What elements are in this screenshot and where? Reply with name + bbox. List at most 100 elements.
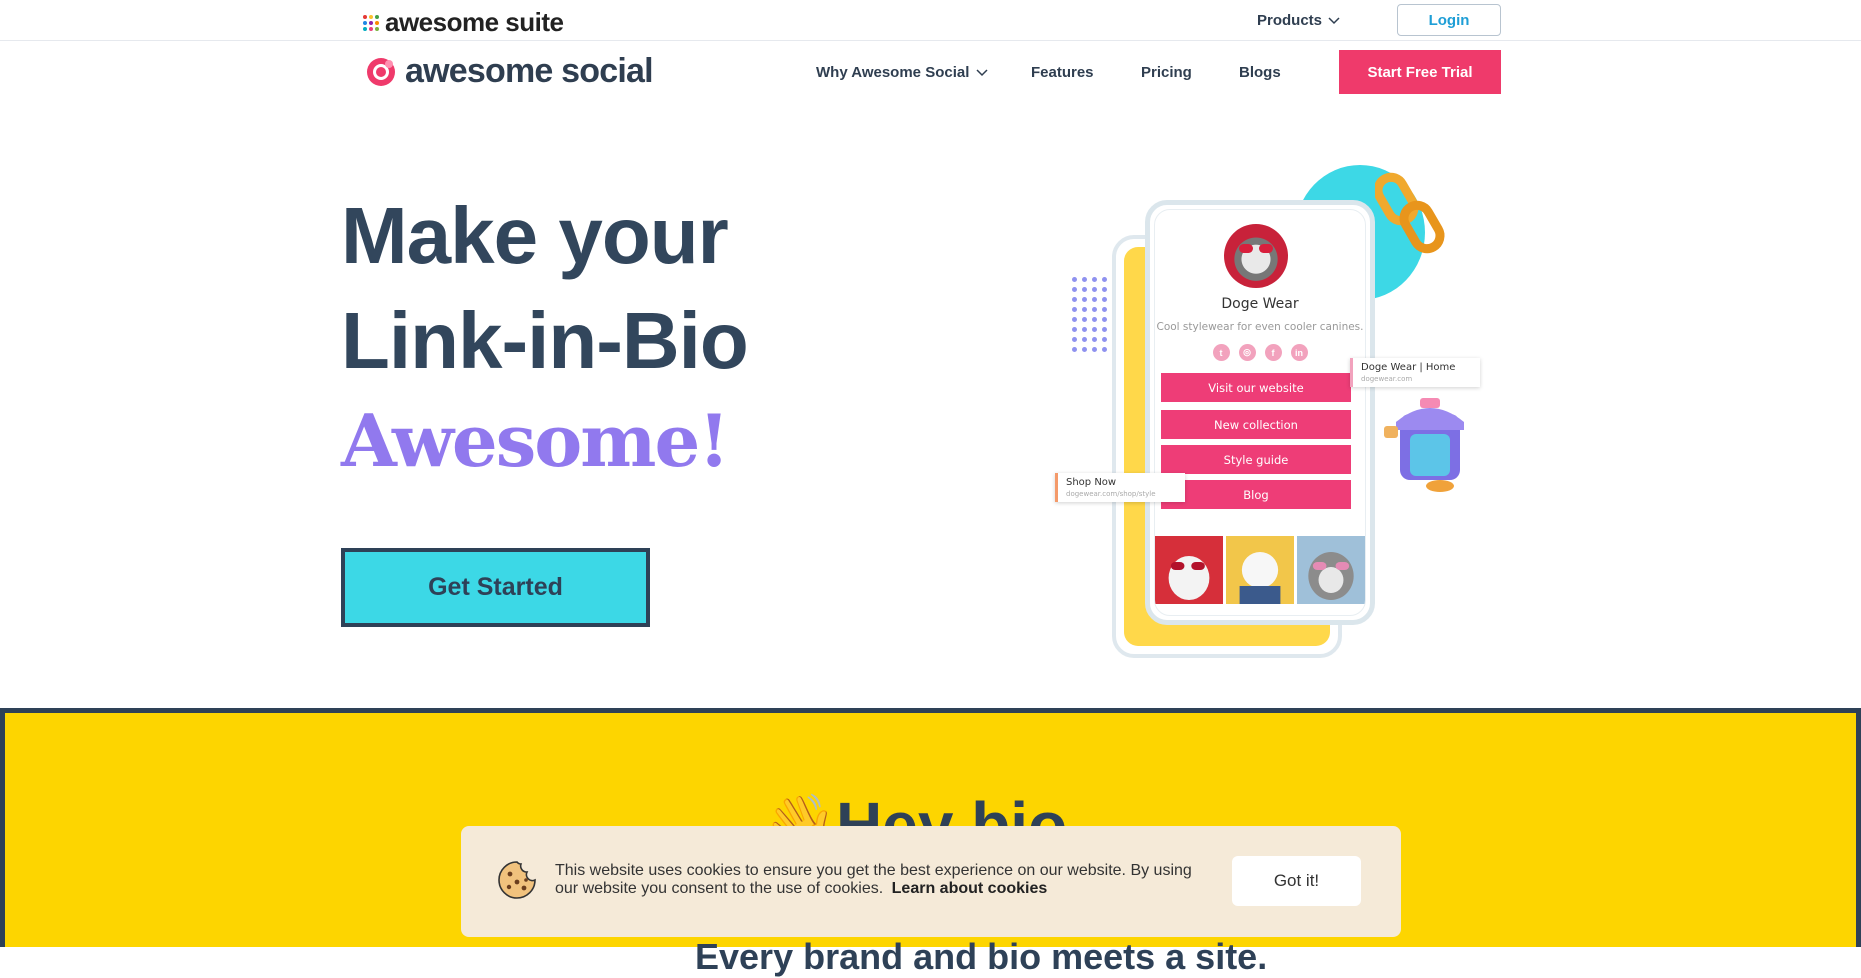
pattern-dot [1102,337,1107,342]
hero-illustration: Doge Wear Cool stylewear for even cooler… [1050,160,1500,670]
pattern-dot [1102,277,1107,282]
nav-item-features[interactable]: Features [1031,64,1094,81]
pattern-dot [1102,317,1107,322]
suite-grid-icon [363,14,379,31]
pattern-dot [1092,287,1097,292]
grid-dot [369,14,373,19]
grid-dot [369,20,373,25]
cookie-message-text: This website uses cookies to ensure you … [555,862,1192,897]
pattern-dot [1092,277,1097,282]
chevron-down-icon [976,68,988,76]
nav-item-why-awesome-social[interactable]: Why Awesome Social [816,64,988,81]
cookie-icon [498,861,536,899]
social-icons: t ◎ f in [1155,344,1365,361]
dot-pattern [1072,277,1107,352]
nav-item-label: Why Awesome Social [816,64,970,81]
pattern-dot [1072,307,1077,312]
pattern-dot [1072,297,1077,302]
suite-bar: awesome suite Products Login [0,0,1861,41]
link-button-style-guide: Style guide [1161,445,1351,474]
profile-description: Cool stylewear for even cooler canines. [1156,321,1364,333]
accept-cookies-button[interactable]: Got it! [1232,856,1361,906]
grid-dot [375,14,379,19]
pattern-dot [1082,307,1087,312]
tooltip-home-title: Doge Wear | Home [1361,362,1456,373]
brand-name: awesome social [405,52,654,90]
link-button-blog: Blog [1161,480,1351,509]
linkedin-icon: in [1290,344,1308,361]
pattern-dot [1082,297,1087,302]
pattern-dot [1082,337,1087,342]
nav-item-label: Features [1031,64,1094,81]
products-label: Products [1257,12,1323,29]
cookie-banner: This website uses cookies to ensure you … [461,826,1401,937]
pattern-dot [1082,287,1087,292]
pattern-dot [1092,347,1097,352]
start-free-trial-button[interactable]: Start Free Trial [1339,50,1501,94]
hero-heading-highlight: Awesome! [341,398,730,483]
suite-logo-text: awesome suite [385,7,564,37]
suite-logo[interactable]: awesome suite [363,7,564,38]
pattern-dot [1102,297,1107,302]
chevron-down-icon [1328,16,1340,24]
dog-photo-pink-glasses [1297,536,1365,604]
link-button-new-collection: New collection [1161,410,1351,439]
pattern-dot [1072,287,1077,292]
pattern-dot [1102,347,1107,352]
tooltip-shop-url: dogewear.com/shop/style [1066,490,1156,498]
pattern-dot [1092,297,1097,302]
tooltip-shop: Shop Now dogewear.com/shop/style [1055,473,1185,502]
awesome-social-logo-icon [367,57,395,86]
nav-item-pricing[interactable]: Pricing [1141,64,1192,81]
pattern-dot [1092,327,1097,332]
chain-link-icon [1375,172,1445,254]
section-subheading: Every brand and bio meets a site. [695,936,1268,977]
twitter-icon: t [1212,344,1230,361]
pattern-dot [1082,317,1087,322]
pattern-dot [1082,327,1087,332]
login-button[interactable]: Login [1397,4,1501,36]
get-started-button[interactable]: Get Started [341,548,650,627]
pattern-dot [1072,317,1077,322]
profile-name: Doge Wear [1221,296,1299,312]
pattern-dot [1072,347,1077,352]
pattern-dot [1092,307,1097,312]
tooltip-shop-title: Shop Now [1066,477,1117,488]
dog-photo-sweater [1226,536,1294,604]
pattern-dot [1082,277,1087,282]
pattern-dot [1102,307,1107,312]
grid-dot [363,20,367,25]
pattern-dot [1102,287,1107,292]
hero-heading-line-2: Link-in-Bio [341,296,749,385]
instagram-icon: ◎ [1238,344,1256,361]
grid-dot [375,20,379,25]
grid-dot [363,14,367,19]
nav-item-label: Blogs [1239,64,1281,81]
profile-avatar [1224,224,1288,288]
learn-about-cookies-link[interactable]: Learn about cookies [892,880,1048,897]
facebook-icon: f [1264,344,1282,361]
hero-heading-line-1: Make your [341,191,729,280]
main-nav: awesome social Why Awesome Social Featur… [0,42,1861,100]
tooltip-home: Doge Wear | Home dogewear.com [1350,358,1480,387]
grid-dot [363,26,367,31]
nav-item-label: Pricing [1141,64,1192,81]
nav-item-blogs[interactable]: Blogs [1239,64,1281,81]
pattern-dot [1092,317,1097,322]
brand-logo[interactable]: awesome social [365,52,654,91]
shop-store-icon [1384,398,1464,492]
products-menu[interactable]: Products [1257,12,1340,29]
pattern-dot [1092,337,1097,342]
link-button-visit-website: Visit our website [1161,373,1351,402]
cookie-message: This website uses cookies to ensure you … [555,862,1215,898]
pattern-dot [1072,337,1077,342]
dog-photo-red-glasses [1155,536,1223,604]
photo-grid [1155,536,1365,604]
phone-mockup: Doge Wear Cool stylewear for even cooler… [1145,200,1375,625]
tooltip-home-url: dogewear.com [1361,375,1413,383]
pattern-dot [1082,347,1087,352]
pattern-dot [1072,327,1077,332]
pattern-dot [1102,327,1107,332]
pattern-dot [1072,277,1077,282]
grid-dot [369,26,373,31]
